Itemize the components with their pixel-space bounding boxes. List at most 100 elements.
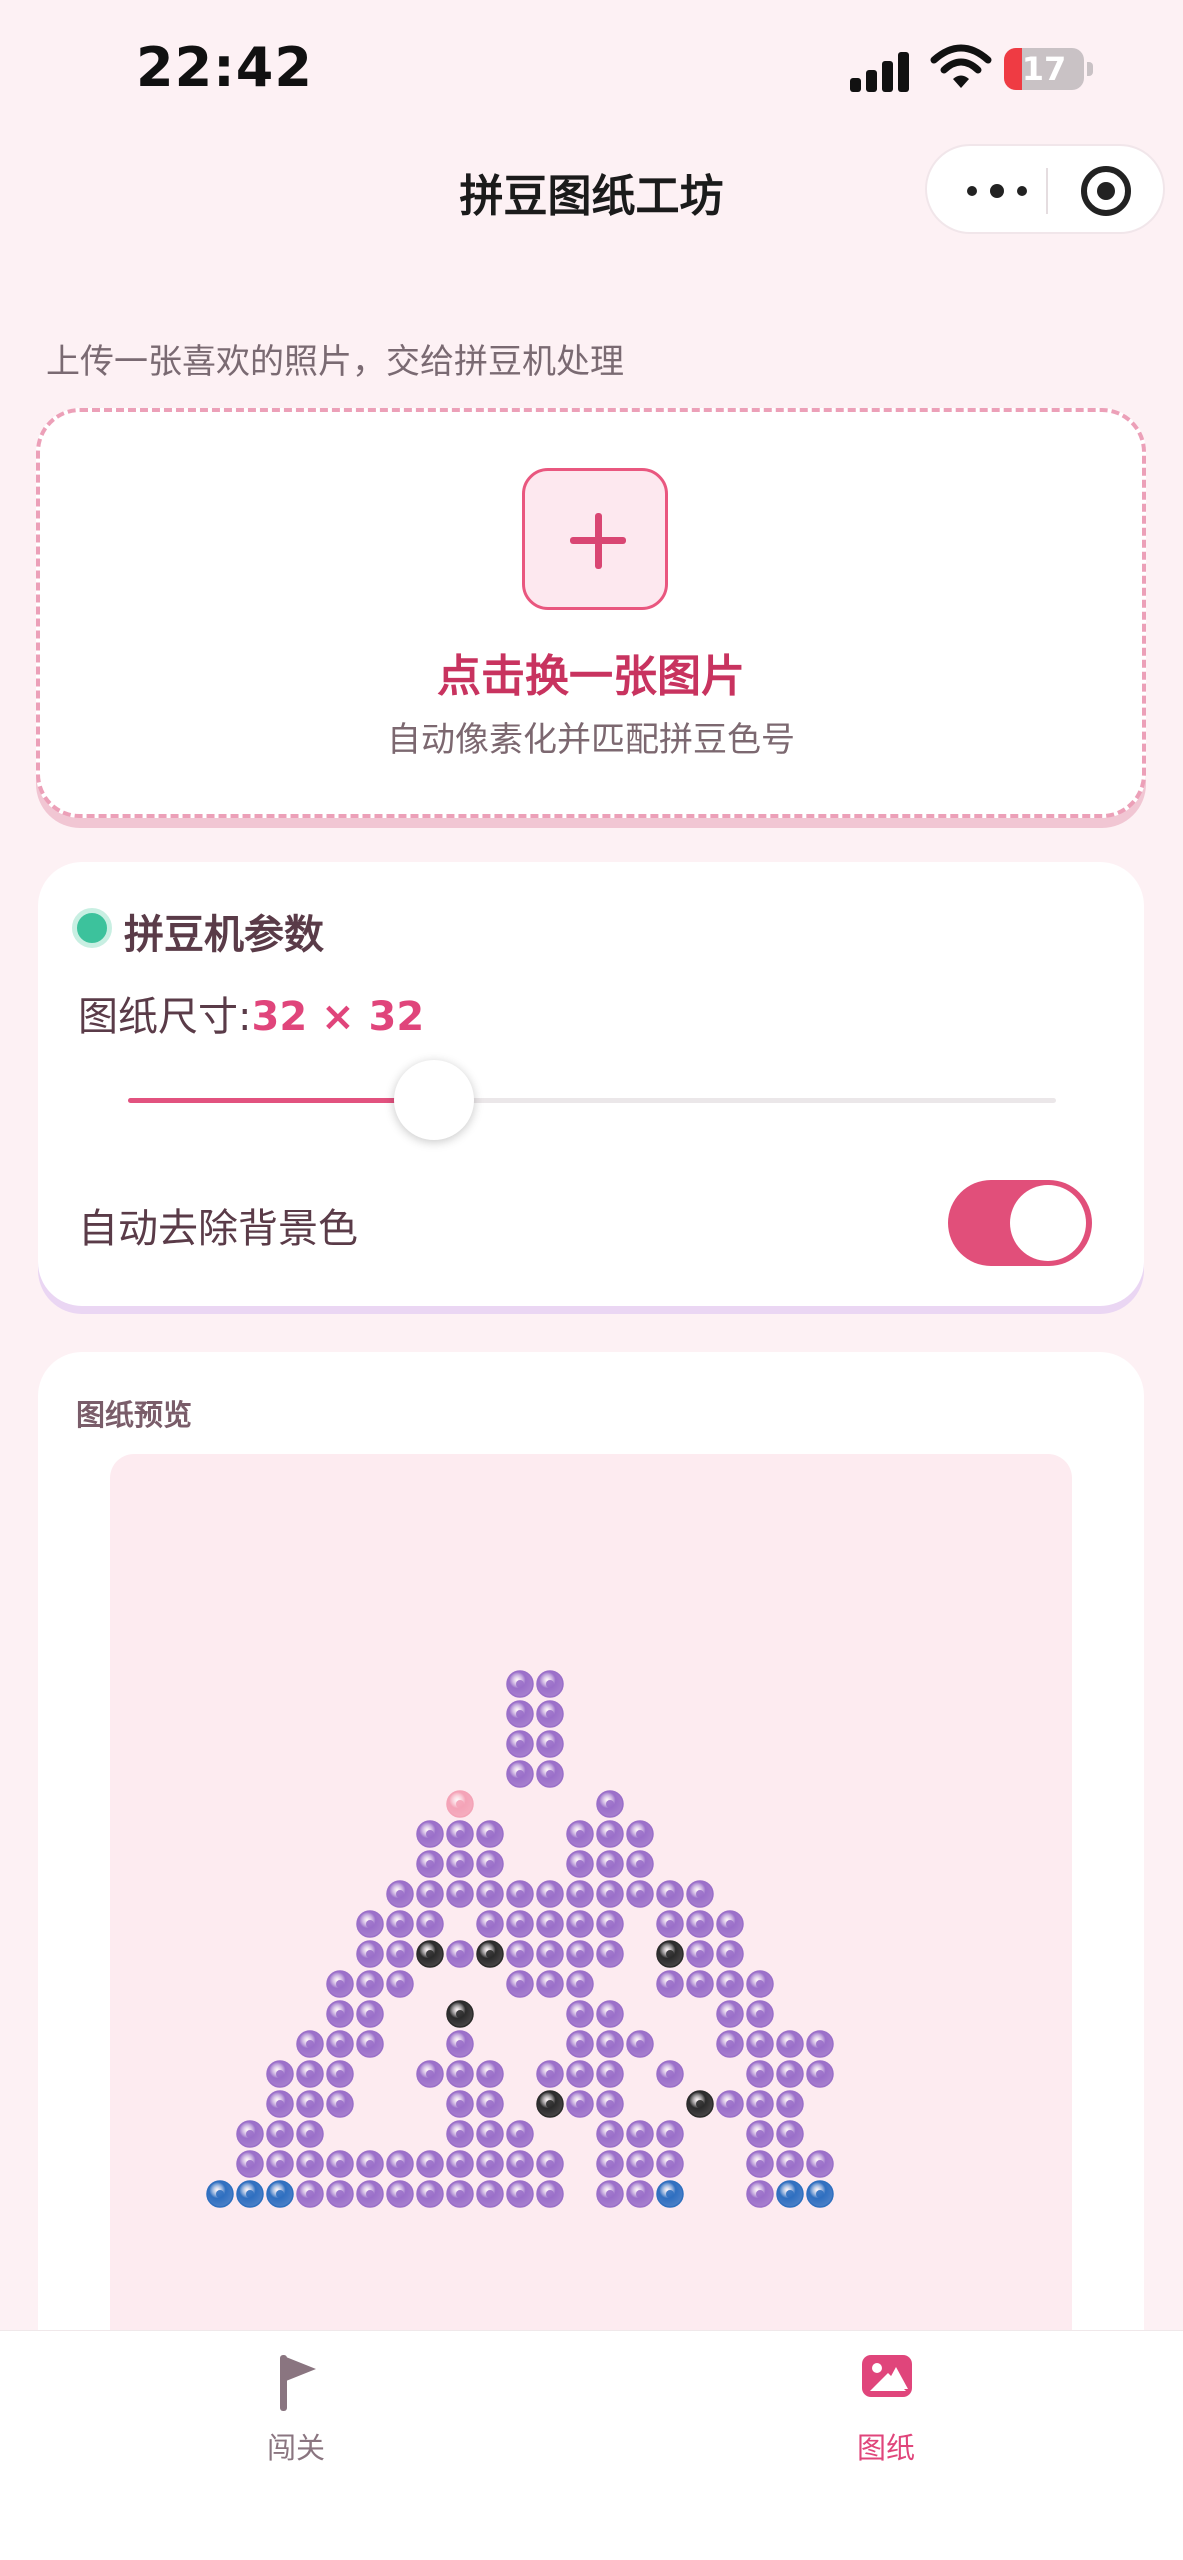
bead xyxy=(566,1970,594,1998)
tab-levels[interactable]: 闯关 xyxy=(166,2331,426,2481)
bead xyxy=(566,1850,594,1878)
bead xyxy=(446,2150,474,2178)
bead xyxy=(476,1910,504,1938)
bead xyxy=(356,2180,384,2208)
bead xyxy=(476,2120,504,2148)
tab-levels-label: 闯关 xyxy=(266,2431,325,2465)
bead xyxy=(686,1880,714,1908)
bead xyxy=(446,1940,474,1968)
size-label: 图纸尺寸: xyxy=(78,994,252,1040)
bead xyxy=(206,2180,234,2208)
bead xyxy=(476,1820,504,1848)
bead xyxy=(476,2060,504,2088)
bead xyxy=(776,2180,804,2208)
upload-title: 点击换一张图片 xyxy=(437,651,745,702)
bead xyxy=(566,2000,594,2028)
toggle-knob xyxy=(1010,1185,1086,1261)
bead xyxy=(536,1700,564,1728)
bead xyxy=(326,2030,354,2058)
bead xyxy=(806,2030,834,2058)
tab-patterns[interactable]: 图纸 xyxy=(756,2331,1016,2481)
bead xyxy=(476,2090,504,2118)
wifi-icon xyxy=(930,44,992,88)
bead xyxy=(716,1910,744,1938)
bead xyxy=(416,2060,444,2088)
more-dots-icon[interactable] xyxy=(967,184,1027,198)
bead xyxy=(506,1970,534,1998)
bead xyxy=(356,2150,384,2178)
bead xyxy=(236,2150,264,2178)
bead xyxy=(536,2180,564,2208)
bead xyxy=(416,2150,444,2178)
bead xyxy=(716,2090,744,2118)
bead xyxy=(446,1850,474,1878)
bead xyxy=(326,2000,354,2028)
bead xyxy=(596,1910,624,1938)
battery-level: 17 xyxy=(1021,50,1067,88)
capsule-divider xyxy=(1046,168,1048,214)
bead xyxy=(476,1850,504,1878)
bead xyxy=(806,2060,834,2088)
upload-subtitle: 自动像素化并匹配拼豆色号 xyxy=(387,720,795,760)
bead xyxy=(746,2030,774,2058)
size-slider[interactable] xyxy=(128,1098,1056,1103)
bead xyxy=(656,2180,684,2208)
bead xyxy=(566,1820,594,1848)
size-slider-thumb[interactable] xyxy=(394,1060,475,1140)
bead xyxy=(656,1910,684,1938)
bead xyxy=(386,2150,414,2178)
bead xyxy=(296,2090,324,2118)
bead xyxy=(356,1910,384,1938)
bead xyxy=(596,1850,624,1878)
add-image-button[interactable] xyxy=(522,468,668,610)
bead xyxy=(536,1880,564,1908)
upload-card[interactable]: 点击换一张图片 自动像素化并匹配拼豆色号 xyxy=(36,408,1146,818)
bead xyxy=(626,1820,654,1848)
bead xyxy=(596,1820,624,1848)
bead xyxy=(626,1880,654,1908)
bead xyxy=(506,1940,534,1968)
bead xyxy=(596,2120,624,2148)
status-dot-icon xyxy=(72,908,112,948)
bead xyxy=(746,2180,774,2208)
bead xyxy=(326,2090,354,2118)
bead xyxy=(266,2120,294,2148)
bead xyxy=(596,1940,624,1968)
bead xyxy=(476,2150,504,2178)
bead xyxy=(446,2120,474,2148)
bead xyxy=(446,1790,474,1818)
signal-icon xyxy=(850,50,912,92)
bead xyxy=(236,2120,264,2148)
bead xyxy=(716,2000,744,2028)
bead xyxy=(776,2030,804,2058)
preview-label: 图纸预览 xyxy=(76,1398,193,1432)
bead xyxy=(686,2090,714,2118)
bead xyxy=(536,1910,564,1938)
bead xyxy=(536,2150,564,2178)
bead xyxy=(506,2120,534,2148)
bead xyxy=(566,1940,594,1968)
bead xyxy=(656,1940,684,1968)
bead xyxy=(506,1730,534,1758)
mini-program-capsule xyxy=(925,144,1165,234)
bead xyxy=(506,1880,534,1908)
bead xyxy=(626,1850,654,1878)
bead xyxy=(326,2150,354,2178)
bead xyxy=(506,2180,534,2208)
bead xyxy=(506,1910,534,1938)
bead xyxy=(266,2180,294,2208)
bead xyxy=(596,1880,624,1908)
bead xyxy=(746,2060,774,2088)
battery-icon: 17 xyxy=(1004,48,1094,90)
bead xyxy=(776,2120,804,2148)
bead xyxy=(806,2150,834,2178)
target-circle-icon[interactable] xyxy=(1081,166,1131,216)
bead xyxy=(476,1880,504,1908)
bead xyxy=(746,2090,774,2118)
bead xyxy=(536,2060,564,2088)
image-icon xyxy=(862,2355,912,2397)
bead xyxy=(776,2090,804,2118)
remove-bg-toggle[interactable] xyxy=(948,1180,1092,1266)
bead xyxy=(326,2180,354,2208)
bead xyxy=(296,2120,324,2148)
